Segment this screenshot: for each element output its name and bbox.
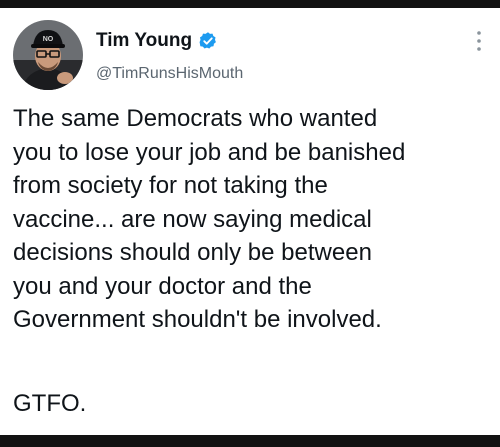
display-name[interactable]: Tim Young bbox=[96, 30, 192, 52]
avatar[interactable]: NO bbox=[13, 20, 83, 90]
tweet-line: Government shouldn't be involved. bbox=[13, 306, 382, 333]
tweet-line: The same Democrats who wanted bbox=[13, 105, 378, 132]
tweet-line: you and your doctor and the bbox=[13, 272, 312, 300]
tweet-line: from society for not taking the bbox=[13, 172, 328, 199]
avatar-image: NO bbox=[13, 20, 83, 90]
tweet-text: The same Democrats who wanted you to los… bbox=[13, 102, 488, 337]
verified-badge-icon bbox=[198, 31, 218, 51]
tweet-card: NO Tim Young @TimRunsHisMouth The same D… bbox=[0, 8, 500, 435]
more-options-icon[interactable] bbox=[476, 30, 482, 52]
tweet-signoff: GTFO. bbox=[13, 390, 87, 417]
author-row: Tim Young bbox=[96, 30, 218, 52]
avatar-hat-text: NO bbox=[43, 36, 54, 43]
tweet-line: you to lose your job and be banished bbox=[13, 138, 406, 166]
tweet-line: decisions should only be between bbox=[13, 239, 372, 266]
tweet-line: vaccine... are now saying medical bbox=[13, 205, 372, 233]
user-handle[interactable]: @TimRunsHisMouth bbox=[96, 65, 243, 83]
